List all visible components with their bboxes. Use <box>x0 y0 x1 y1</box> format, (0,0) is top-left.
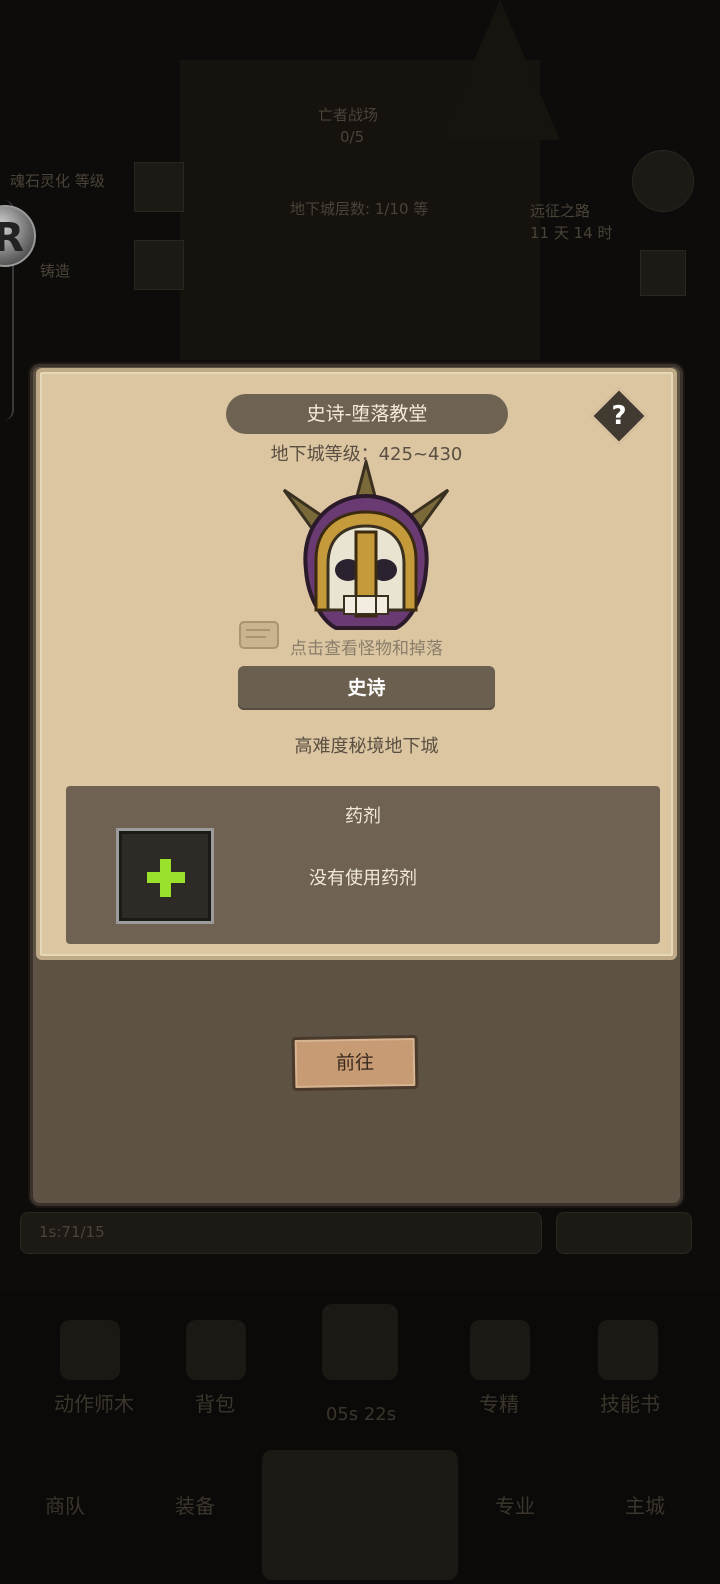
nav-icon-3[interactable] <box>322 1304 398 1380</box>
view-monsters-drops-hint[interactable]: 点击查看怪物和掉落 <box>40 634 693 659</box>
nav-label-3[interactable]: 05s 22s <box>306 1404 416 1425</box>
mail-icon[interactable] <box>640 250 686 296</box>
dialog-inner-panel: 史诗-堕落教堂 ? 地下城等级：425~430 点击查看怪物和掉落 史诗 高难度… <box>36 368 677 960</box>
settings-gear-icon[interactable] <box>632 150 694 212</box>
tab-caravan[interactable]: 商队 <box>20 1490 110 1519</box>
event-title: 亡者战场 <box>318 106 379 124</box>
go-button[interactable]: 前往 <box>291 1034 419 1092</box>
nav-label-2[interactable]: 背包 <box>170 1388 260 1417</box>
potion-section: 药剂 没有使用药剂 <box>66 786 660 944</box>
nav-icon-1[interactable] <box>60 1320 120 1380</box>
event-progress: 0/5 <box>340 128 365 146</box>
left-slot-2 <box>134 240 184 290</box>
dungeon-dialog: 史诗-堕落教堂 ? 地下城等级：425~430 点击查看怪物和掉落 史诗 高难度… <box>30 364 683 1206</box>
helmet-skull-icon[interactable] <box>276 460 456 640</box>
nav-icon-4[interactable] <box>470 1320 530 1380</box>
left-slot-1 <box>134 162 184 212</box>
chat-text: 1s:71/15 <box>39 1223 105 1241</box>
nav-label-4[interactable]: 专精 <box>454 1388 544 1417</box>
chat-input[interactable]: 1s:71/15 <box>20 1212 542 1254</box>
dungeon-floor-info: 地下城层数: 1/10 等 <box>290 200 429 218</box>
castle-roof <box>440 0 560 140</box>
tab-main-city[interactable]: 主城 <box>600 1490 690 1519</box>
nav-icon-2[interactable] <box>186 1320 246 1380</box>
help-icon[interactable]: ? <box>599 396 639 436</box>
no-potion-text: 没有使用药剂 <box>309 868 417 889</box>
nav-label-5[interactable]: 技能书 <box>580 1388 680 1417</box>
left-info-2: 铸造 <box>40 262 71 280</box>
dungeon-description: 高难度秘境地下城 <box>294 736 439 757</box>
tab-equipment[interactable]: 装备 <box>150 1490 240 1519</box>
battle-tab-icon[interactable] <box>262 1450 458 1580</box>
left-info-1: 魂石灵化 等级 <box>10 172 105 190</box>
potion-title: 药剂 <box>345 806 381 827</box>
tab-profession[interactable]: 专业 <box>470 1490 560 1519</box>
chat-send-button[interactable] <box>556 1212 692 1254</box>
nav-label-1[interactable]: 动作师木 <box>44 1388 144 1417</box>
expedition-timer: 11 天 14 时 <box>530 224 613 242</box>
dungeon-title: 史诗-堕落教堂 <box>226 394 508 434</box>
nav-icon-5[interactable] <box>598 1320 658 1380</box>
expedition-label: 远征之路 <box>530 202 591 220</box>
difficulty-epic-button[interactable]: 史诗 <box>238 666 495 710</box>
